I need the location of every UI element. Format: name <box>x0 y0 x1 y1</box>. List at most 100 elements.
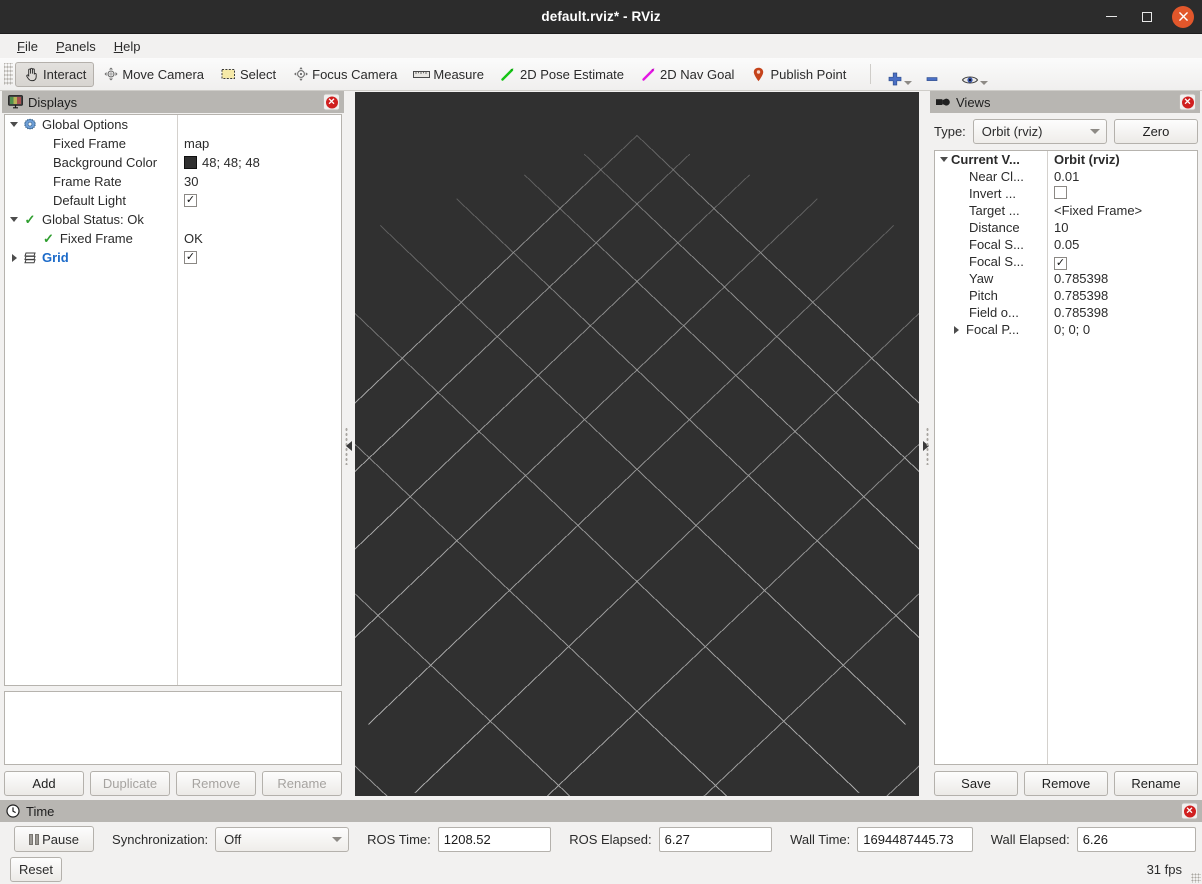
displays-close-button[interactable]: ✕ <box>323 93 340 111</box>
displays-panel: Displays ✕ Global Options Fixed Frame ma… <box>0 91 344 800</box>
tree-value[interactable]: 30 <box>184 174 198 189</box>
minimize-button[interactable] <box>1100 6 1122 28</box>
expand-toggle[interactable] <box>7 217 21 222</box>
chevron-right-icon <box>11 253 17 262</box>
expand-toggle[interactable] <box>949 325 963 334</box>
views-value[interactable]: <Fixed Frame> <box>1047 203 1142 218</box>
resize-grip[interactable] <box>1191 873 1201 883</box>
remove-tool-button[interactable] <box>918 61 955 87</box>
tool-focus-camera[interactable]: Focus Camera <box>284 62 405 87</box>
tree-row-grid[interactable]: Grid ✓ <box>5 248 341 267</box>
views-row-distance[interactable]: Distance 10 <box>935 219 1197 236</box>
tree-row-status-fixed-frame[interactable]: ✓ Fixed Frame OK <box>5 229 341 248</box>
expand-toggle[interactable] <box>937 157 951 162</box>
views-row-focal-point[interactable]: Focal P... 0; 0; 0 <box>935 321 1197 338</box>
views-row-pitch[interactable]: Pitch 0.785398 <box>935 287 1197 304</box>
menu-help[interactable]: Help <box>105 37 150 56</box>
reset-button[interactable]: Reset <box>10 857 62 882</box>
tree-row-background-color[interactable]: Background Color 48; 48; 48 <box>5 153 341 172</box>
pause-button[interactable]: Pause <box>14 826 95 852</box>
tool-measure[interactable]: Measure <box>405 62 492 87</box>
views-value[interactable]: 0.785398 <box>1047 288 1108 303</box>
views-row-focal-shape-size[interactable]: Focal S... 0.05 <box>935 236 1197 253</box>
wall-elapsed-field[interactable]: 6.26 <box>1076 826 1196 852</box>
tool-select-label: Select <box>240 66 277 82</box>
expand-toggle[interactable] <box>7 253 21 262</box>
views-row-yaw[interactable]: Yaw 0.785398 <box>935 270 1197 287</box>
rename-view-button[interactable]: Rename <box>1114 771 1198 796</box>
wall-time-field[interactable]: 1694487445.73 <box>857 826 973 852</box>
views-row-invert-z[interactable]: Invert ... <box>935 185 1197 202</box>
views-value[interactable]: 0.785398 <box>1047 305 1108 320</box>
color-swatch[interactable] <box>184 156 197 169</box>
views-label: Invert ... <box>969 186 1016 201</box>
grid-display <box>355 135 919 796</box>
tool-interact[interactable]: Interact <box>15 61 95 87</box>
grid-enabled-checkbox[interactable]: ✓ <box>184 251 197 264</box>
default-light-checkbox[interactable]: ✓ <box>184 194 197 207</box>
remove-display-button[interactable]: Remove <box>176 771 256 796</box>
views-label: Distance <box>969 220 1020 235</box>
views-row-near-clip[interactable]: Near Cl... 0.01 <box>935 168 1197 185</box>
tree-row-default-light[interactable]: Default Light ✓ <box>5 191 341 210</box>
zero-button[interactable]: Zero <box>1114 119 1198 144</box>
tree-value[interactable]: 48; 48; 48 <box>202 155 260 170</box>
views-value[interactable]: 0.785398 <box>1047 271 1108 286</box>
clock-icon <box>5 803 21 819</box>
views-value[interactable]: 0.05 <box>1047 237 1079 252</box>
tool-move-camera[interactable]: Move Camera <box>94 62 212 87</box>
window-controls <box>1100 0 1194 33</box>
menu-panels[interactable]: Panels <box>47 37 105 56</box>
views-value[interactable]: 10 <box>1047 220 1068 235</box>
views-column-divider[interactable] <box>1047 151 1048 764</box>
tree-row-frame-rate[interactable]: Frame Rate 30 <box>5 172 341 191</box>
minimize-icon <box>1105 15 1117 18</box>
add-tool-button[interactable] <box>881 61 918 87</box>
rename-display-button[interactable]: Rename <box>262 771 342 796</box>
view-type-combobox[interactable]: Orbit (rviz) <box>972 119 1107 144</box>
views-value[interactable]: 0; 0; 0 <box>1047 322 1090 337</box>
menu-file[interactable]: File <box>8 37 47 56</box>
tool-select[interactable]: Select <box>212 62 284 87</box>
tree-value[interactable]: map <box>184 136 209 151</box>
tree-row-global-options[interactable]: Global Options <box>5 115 341 134</box>
ros-elapsed-label: ROS Elapsed: <box>569 831 652 847</box>
displays-column-divider[interactable] <box>177 115 178 685</box>
synchronization-combobox[interactable]: Off <box>215 826 350 852</box>
tool-2d-nav-goal[interactable]: 2D Nav Goal <box>632 62 742 87</box>
eye-icon <box>962 76 979 84</box>
views-tree[interactable]: Current V... Orbit (rviz) Near Cl... 0.0… <box>934 150 1198 765</box>
tree-row-fixed-frame[interactable]: Fixed Frame map <box>5 134 341 153</box>
close-button[interactable] <box>1172 5 1194 28</box>
left-splitter[interactable] <box>344 91 355 800</box>
views-close-button[interactable]: ✕ <box>1179 93 1196 111</box>
views-value[interactable]: 0.01 <box>1047 169 1079 184</box>
focal-shape-fixed-size-checkbox[interactable]: ✓ <box>1054 256 1067 270</box>
add-display-button[interactable]: Add <box>4 771 84 796</box>
toolbar-drag-handle[interactable] <box>4 63 13 85</box>
views-row-target-frame[interactable]: Target ... <Fixed Frame> <box>935 202 1197 219</box>
remove-view-button[interactable]: Remove <box>1024 771 1108 796</box>
collapse-left-arrow-icon[interactable] <box>345 440 352 451</box>
3d-viewport[interactable] <box>355 92 919 796</box>
tree-row-global-status[interactable]: ✓ Global Status: Ok <box>5 210 341 229</box>
ruler-icon <box>413 66 431 82</box>
time-close-button[interactable]: ✕ <box>1181 802 1198 820</box>
displays-tree[interactable]: Global Options Fixed Frame map Backgroun… <box>4 114 342 686</box>
ros-time-field[interactable]: 1208.52 <box>437 826 552 852</box>
duplicate-display-button[interactable]: Duplicate <box>90 771 170 796</box>
invert-z-checkbox[interactable] <box>1054 185 1067 199</box>
green-arrow-icon <box>500 66 517 82</box>
tool-properties-button[interactable] <box>955 61 994 87</box>
expand-toggle[interactable] <box>7 122 21 127</box>
views-row-field-of-view[interactable]: Field o... 0.785398 <box>935 304 1197 321</box>
views-row-focal-shape-fixed-size[interactable]: Focal S... ✓ <box>935 253 1197 270</box>
right-splitter[interactable] <box>919 91 930 800</box>
tool-2d-pose-estimate[interactable]: 2D Pose Estimate <box>492 62 632 87</box>
synchronization-value: Off <box>224 831 242 847</box>
ros-elapsed-field[interactable]: 6.27 <box>658 826 773 852</box>
maximize-button[interactable] <box>1136 6 1158 28</box>
tool-publish-point[interactable]: Publish Point <box>742 62 854 87</box>
views-row-current-view[interactable]: Current V... Orbit (rviz) <box>935 151 1197 168</box>
save-view-button[interactable]: Save <box>934 771 1018 796</box>
